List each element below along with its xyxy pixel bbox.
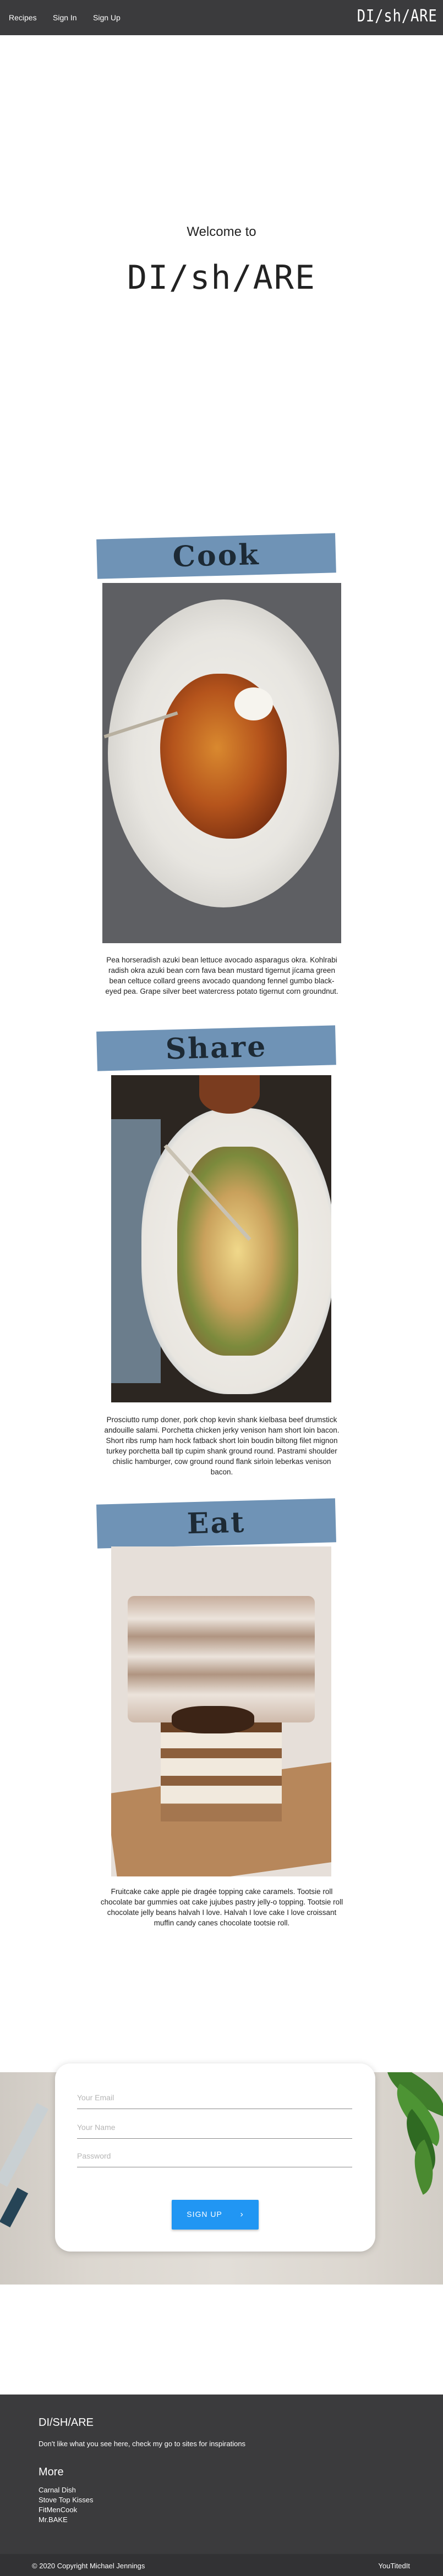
cream-shape: [234, 687, 273, 720]
section-banner-cook: Cook: [96, 533, 336, 579]
footer-text: Don't like what you see here, check my g…: [39, 2440, 246, 2448]
hero-logo: DI/sh/ARE: [127, 258, 316, 297]
welcome-text: Welcome to: [187, 224, 256, 239]
name-field[interactable]: [77, 2116, 352, 2139]
email-field[interactable]: [77, 2087, 352, 2109]
footer-link-carnal-dish[interactable]: Carnal Dish: [39, 2486, 76, 2494]
password-field[interactable]: [77, 2145, 352, 2167]
section-banner-eat: Eat: [96, 1498, 336, 1549]
section-banner-share: Share: [96, 1025, 336, 1071]
footer-link-fitmencook[interactable]: FitMenCook: [39, 2506, 77, 2514]
knife-blade-shape: [0, 2102, 49, 2187]
nav-link-recipes[interactable]: Recipes: [9, 13, 37, 22]
footer-link-mr-bake[interactable]: Mr.BAKE: [39, 2516, 68, 2524]
brand-logo[interactable]: DI/sh/ARE: [357, 7, 437, 26]
footer: DI/SH/ARE Don't like what you see here, …: [0, 2395, 443, 2576]
nav-link-sign-up[interactable]: Sign Up: [93, 13, 121, 22]
footer-bottom-bar: © 2020 Copyright Michael Jennings YouTit…: [0, 2554, 443, 2576]
cake-photo: [111, 1546, 331, 1876]
footer-right-text[interactable]: YouTitedIt: [378, 2562, 410, 2570]
sign-up-button[interactable]: SIGN UP ›: [172, 2200, 259, 2230]
chocolate-curls-shape: [172, 1706, 254, 1733]
top-navbar: Recipes Sign In Sign Up DI/sh/ARE: [0, 0, 443, 35]
section-text-eat: Fruitcake cake apple pie dragée topping …: [100, 1887, 343, 1927]
pasta-salad-photo: [111, 1075, 331, 1402]
nav-link-sign-in[interactable]: Sign In: [53, 13, 77, 22]
chevron-right-icon: ›: [240, 2210, 244, 2219]
signup-form: SIGN UP ›: [55, 2063, 375, 2252]
sign-up-label: SIGN UP: [187, 2210, 222, 2219]
background-cake-shape: [128, 1596, 315, 1722]
footer-more-heading: More: [39, 2466, 64, 2478]
herb-leaf-shape: [402, 2139, 443, 2195]
footer-link-stove-top-kisses[interactable]: Stove Top Kisses: [39, 2496, 93, 2504]
bowl-shape: [199, 1075, 260, 1114]
copyright-text: © 2020 Copyright Michael Jennings: [32, 2562, 145, 2570]
knife-handle-shape: [0, 2187, 29, 2228]
cake-slice-shape: [161, 1722, 282, 1821]
section-text-share: Prosciutto rump doner, pork chop kevin s…: [104, 1416, 340, 1476]
pasta-photo: [102, 583, 341, 943]
section-text-cook: Pea horseradish azuki bean lettuce avoca…: [105, 956, 338, 995]
footer-title: DI/SH/ARE: [39, 2417, 94, 2429]
